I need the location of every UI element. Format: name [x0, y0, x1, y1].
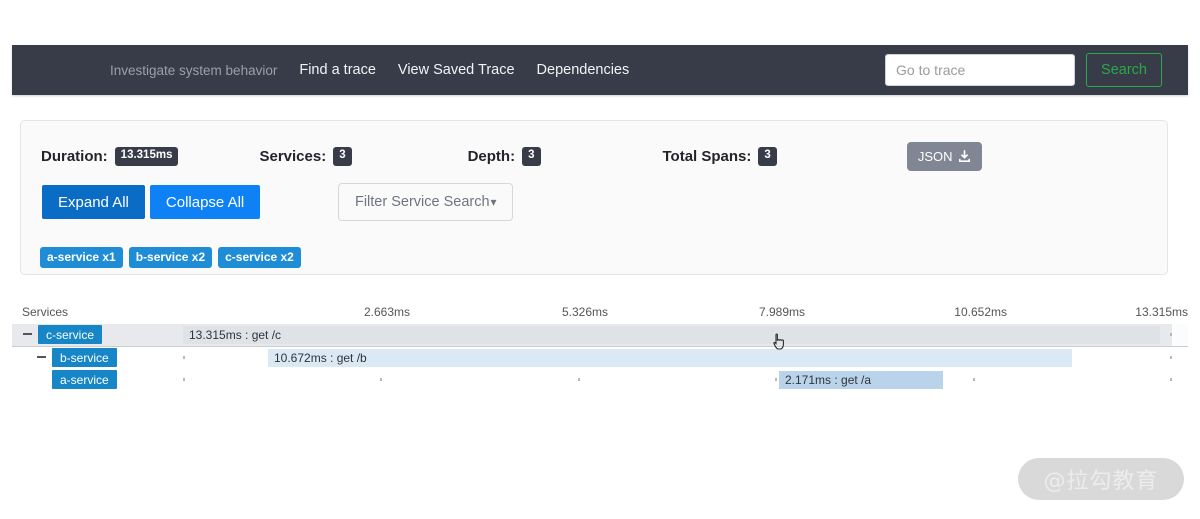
trace-stats-row: Duration: 13.315ms Services: 3 Depth: 3 … [41, 142, 1167, 171]
span-duration-label: 2.171ms : get /a [785, 373, 871, 387]
tree-controls-row: Expand All Collapse All Filter Service S… [42, 183, 513, 221]
stat-duration-value: 13.315ms [115, 147, 179, 166]
row-tail [1172, 324, 1188, 346]
timeline-axis-header: Services 2.663ms 5.326ms 7.989ms 10.652m… [12, 305, 1188, 325]
span-service-label[interactable]: a-service [52, 370, 117, 389]
stat-services: Services: 3 [259, 147, 351, 166]
stat-duration: Duration: 13.315ms [41, 147, 178, 166]
filter-service-search-label: Filter Service Search [355, 194, 490, 210]
span-bar[interactable]: 2.171ms : get /a [779, 371, 943, 389]
axis-tick-3: 7.989ms [759, 305, 805, 319]
grid-dot [380, 378, 382, 381]
service-tag-list: a-service x1 b-service x2 c-service x2 [40, 247, 301, 268]
axis-tick-4: 10.652ms [954, 305, 1007, 319]
table-row[interactable]: c-service 13.315ms : get /c [12, 324, 1188, 347]
axis-tick-5: 13.315ms [1135, 305, 1188, 319]
nav-link-dependencies[interactable]: Dependencies [537, 62, 630, 78]
nav-link-find-a-trace[interactable]: Find a trace [299, 62, 376, 78]
nav-search-group: Search [885, 53, 1162, 87]
download-icon [958, 150, 971, 163]
services-column-header: Services [22, 305, 68, 319]
grid-dot [775, 378, 777, 381]
axis-tick-1: 2.663ms [364, 305, 410, 319]
table-row[interactable]: a-service 2.171ms : get /a [12, 369, 1188, 391]
grid-dot [183, 378, 185, 381]
grid-dot [183, 356, 185, 359]
span-bar[interactable]: 10.672ms : get /b [268, 349, 1072, 367]
stat-services-value: 3 [333, 147, 351, 166]
service-tag-c-service[interactable]: c-service x2 [218, 247, 301, 268]
grid-dot [973, 378, 975, 381]
axis-tick-2: 5.326ms [562, 305, 608, 319]
filter-service-search-dropdown[interactable]: Filter Service Search ▾ [338, 183, 513, 221]
collapse-toggle-icon[interactable] [23, 333, 32, 335]
main-nav: Find a trace View Saved Trace Dependenci… [299, 62, 629, 78]
service-tag-b-service[interactable]: b-service x2 [129, 247, 212, 268]
top-navigation-bar: Investigate system behavior Find a trace… [12, 45, 1188, 95]
span-service-label[interactable]: c-service [38, 325, 102, 344]
span-service-label[interactable]: b-service [52, 348, 117, 367]
service-tag-a-service[interactable]: a-service x1 [40, 247, 123, 268]
stat-total-spans-label: Total Spans: [663, 148, 752, 165]
grid-dot [578, 378, 580, 381]
chevron-down-icon: ▾ [491, 195, 497, 209]
download-json-label: JSON [918, 149, 953, 164]
brand-tagline: Investigate system behavior [110, 63, 277, 78]
stat-total-spans-value: 3 [758, 147, 776, 166]
stat-depth-value: 3 [522, 147, 540, 166]
span-bar[interactable]: 13.315ms : get /c [183, 326, 1160, 344]
go-to-trace-input[interactable] [885, 54, 1075, 86]
watermark-text: @拉勾教育 [1043, 463, 1158, 495]
collapse-all-button[interactable]: Collapse All [150, 185, 260, 219]
stat-depth: Depth: 3 [468, 147, 541, 166]
collapse-toggle-icon[interactable] [37, 356, 46, 358]
stat-total-spans: Total Spans: 3 [663, 147, 777, 166]
table-row[interactable]: b-service 10.672ms : get /b [12, 347, 1188, 369]
expand-all-button[interactable]: Expand All [42, 185, 145, 219]
grid-dot [1170, 356, 1172, 359]
grid-dot [1170, 378, 1172, 381]
span-duration-label: 10.672ms : get /b [274, 351, 367, 365]
search-button[interactable]: Search [1086, 53, 1162, 87]
stat-services-label: Services: [259, 148, 326, 165]
nav-link-view-saved-trace[interactable]: View Saved Trace [398, 62, 515, 78]
span-duration-label: 13.315ms : get /c [189, 328, 281, 342]
stat-depth-label: Depth: [468, 148, 516, 165]
download-json-button[interactable]: JSON [907, 142, 983, 171]
span-rows: c-service 13.315ms : get /c b-service 10… [12, 324, 1188, 391]
stat-duration-label: Duration: [41, 148, 108, 165]
watermark: @拉勾教育 [1018, 458, 1184, 500]
